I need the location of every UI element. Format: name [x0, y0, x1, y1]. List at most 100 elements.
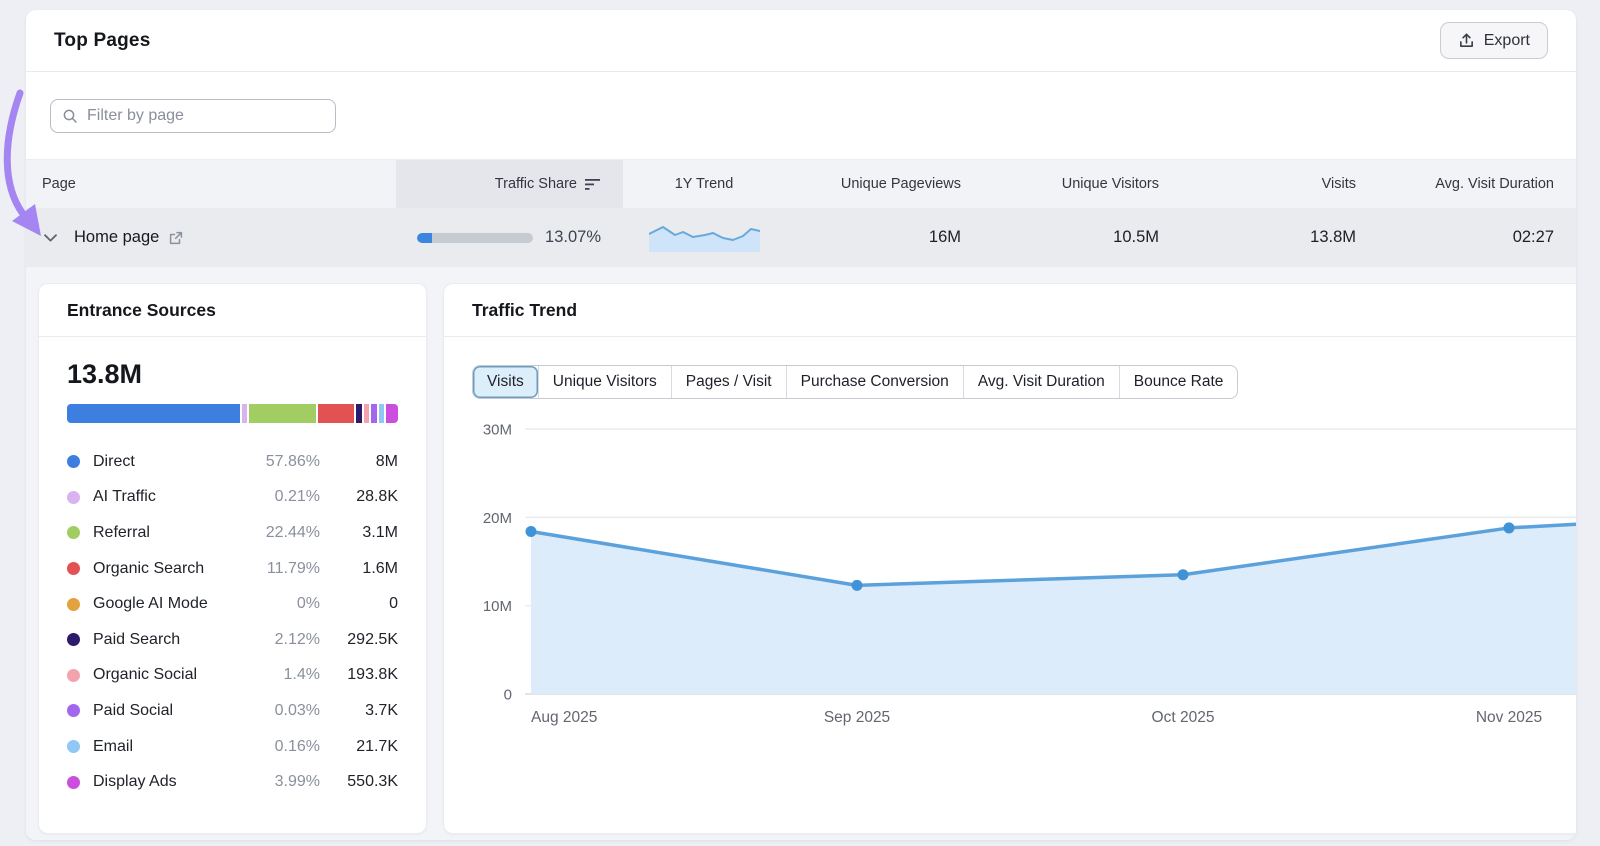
legend-source-label: Paid Search — [93, 630, 181, 648]
column-header-avg-visit-duration[interactable]: Avg. Visit Duration — [1356, 160, 1554, 208]
legend-percent: 57.86% — [265, 452, 320, 470]
legend-row: Organic Social 1.4% 193.8K — [67, 658, 398, 694]
page-name-link[interactable]: Home page — [74, 228, 159, 247]
traffic-trend-title: Traffic Trend — [444, 284, 1576, 337]
legend-row: Referral 22.44% 3.1M — [67, 515, 398, 551]
legend-source-label: Display Ads — [93, 773, 177, 791]
traffic-trend-body: Visits Unique Visitors Pages / Visit Purcha… — [444, 337, 1576, 737]
legend-color-dot — [67, 597, 80, 611]
column-header-unique-pageviews[interactable]: Unique Pageviews — [785, 160, 961, 208]
tab-visits[interactable]: Visits — [473, 366, 538, 398]
traffic-share-bar-track — [417, 232, 534, 243]
legend-row: Google AI Mode 0% 0 — [67, 586, 398, 622]
legend-percent: 3.99% — [274, 773, 320, 791]
traffic-trend-panel: Traffic Trend Visits Unique Visitors Pages… — [443, 283, 1576, 834]
search-icon — [62, 108, 78, 124]
column-header-page[interactable]: Page — [26, 160, 396, 208]
svg-text:Sep 2025: Sep 2025 — [824, 709, 890, 726]
tab-unique-visitors[interactable]: Unique Visitors — [537, 366, 671, 398]
legend-color-dot — [67, 633, 80, 647]
filter-bar — [26, 72, 1576, 160]
column-header-traffic-share[interactable]: Traffic Share — [396, 160, 623, 208]
legend-source-label: Email — [93, 737, 134, 755]
legend-value: 8M — [375, 452, 398, 470]
legend-percent: 1.4% — [283, 666, 320, 684]
legend-row: Paid Social 0.03% 3.7K — [67, 693, 398, 729]
table-header: Page Traffic Share 1Y Trend Unique Pagev… — [26, 160, 1576, 208]
svg-text:Nov 2025: Nov 2025 — [1476, 709, 1542, 726]
tab-pages-visit[interactable]: Pages / Visit — [670, 366, 786, 398]
svg-text:0: 0 — [504, 687, 512, 704]
column-header-unique-visitors[interactable]: Unique Visitors — [961, 160, 1159, 208]
bar-segment-ai-traffic — [241, 404, 248, 423]
bar-segment-referral — [249, 404, 317, 423]
legend-percent: 22.44% — [265, 523, 320, 541]
entrance-total-value: 13.8M — [67, 359, 143, 389]
sparkline-chart — [648, 225, 760, 252]
page-cell: Home page — [26, 208, 396, 267]
legend-color-dot — [67, 704, 80, 718]
legend-color-dot — [67, 455, 80, 469]
legend-value: 28.8K — [356, 488, 398, 506]
entrance-distribution-bar — [67, 404, 398, 423]
table-row-home-page[interactable]: Home page 13.07% 16M 10.5M 13.8M 02:27 — [26, 208, 1576, 267]
export-icon — [1458, 32, 1475, 49]
traffic-trend-chart: 30M 20M 10M 0 Aug 2025 Sep 2025 Oct 2025 Nov 20… — [483, 422, 1576, 726]
chevron-down-icon — [44, 233, 57, 241]
external-link-icon[interactable] — [168, 230, 184, 246]
top-pages-card: Top Pages Export Page — [26, 10, 1576, 840]
svg-text:10M: 10M — [483, 598, 512, 615]
bar-segment-organic-social — [363, 404, 370, 423]
legend-percent: 0% — [296, 595, 320, 613]
traffic-share-cell: 13.07% — [396, 208, 623, 267]
legend-value: 193.8K — [347, 666, 398, 684]
legend-value: 1.6M — [362, 559, 398, 577]
legend-color-dot — [67, 668, 80, 682]
legend-row: Display Ads 3.99% 550.3K — [67, 764, 398, 800]
legend-color-dot — [67, 490, 80, 504]
svg-text:30M: 30M — [483, 422, 512, 439]
legend-row: Organic Search 11.79% 1.6M — [67, 551, 398, 587]
legend-percent: 0.21% — [274, 488, 320, 506]
bar-segment-organic-search — [318, 404, 354, 423]
legend-source-label: Organic Social — [93, 666, 198, 684]
legend-source-label: Referral — [93, 523, 150, 541]
collapse-row-button[interactable] — [42, 232, 59, 244]
column-header-1y-trend[interactable]: 1Y Trend — [623, 160, 785, 208]
legend-value: 292.5K — [347, 630, 398, 648]
bar-segment-email — [378, 404, 385, 423]
svg-text:Oct 2025: Oct 2025 — [1152, 709, 1215, 726]
search-box[interactable] — [50, 98, 336, 133]
card-header: Top Pages Export — [26, 10, 1576, 72]
export-button[interactable]: Export — [1439, 22, 1548, 59]
unique-pageviews-value: 16M — [928, 228, 961, 246]
legend-percent: 0.16% — [274, 737, 320, 755]
legend-color-dot — [67, 740, 80, 754]
entrance-sources-title: Entrance Sources — [39, 284, 426, 337]
legend-row: Paid Search 2.12% 292.5K — [67, 622, 398, 658]
legend-color-dot — [67, 526, 80, 540]
unique-visitors-value: 10.5M — [1113, 228, 1159, 246]
tab-avg-visit-duration[interactable]: Avg. Visit Duration — [962, 366, 1119, 398]
annotation-arrow-stroke — [3, 89, 27, 218]
page-title: Top Pages — [54, 29, 151, 51]
legend-value: 3.7K — [365, 701, 398, 719]
filter-input[interactable] — [87, 106, 324, 125]
column-header-visits[interactable]: Visits — [1159, 160, 1356, 208]
legend-color-dot — [67, 775, 80, 789]
bar-segment-direct — [67, 404, 240, 423]
legend-value: 3.1M — [362, 523, 398, 541]
entrance-sources-body: 13.8M Direct 57.86% 8M AI Traffic 0.21% … — [39, 337, 426, 800]
tab-bounce-rate[interactable]: Bounce Rate — [1118, 366, 1238, 398]
traffic-trend-chart-wrap: 30M 20M 10M 0 Aug 2025 Sep 2025 Oct 2025 Nov 20… — [472, 402, 1576, 737]
legend-source-label: AI Traffic — [93, 488, 156, 506]
tab-purchase-conversion[interactable]: Purchase Conversion — [785, 366, 963, 398]
legend-source-label: Direct — [93, 452, 135, 470]
legend-percent: 11.79% — [266, 559, 320, 577]
expanded-row-detail: Entrance Sources 13.8M Direct 57.86% 8M … — [26, 267, 1576, 840]
bar-segment-display-ads — [386, 404, 398, 423]
legend-source-label: Paid Social — [93, 701, 174, 719]
entrance-sources-panel: Entrance Sources 13.8M Direct 57.86% 8M … — [38, 283, 427, 834]
visits-value: 13.8M — [1310, 228, 1356, 246]
svg-text:Aug 2025: Aug 2025 — [531, 709, 597, 726]
